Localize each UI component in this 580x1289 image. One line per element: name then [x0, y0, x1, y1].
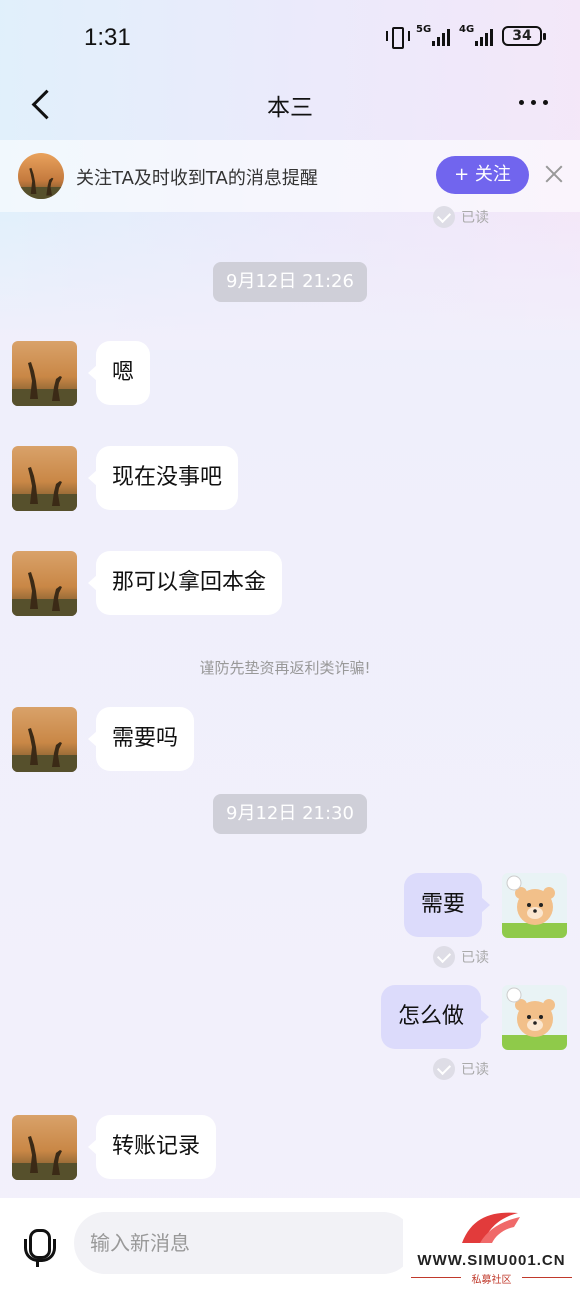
watermark-subtitle: 私募社区	[471, 1275, 512, 1286]
message-bubble[interactable]: 嗯	[87, 341, 151, 405]
timestamp-pill: 9月12日 21:26	[213, 262, 367, 302]
contact-avatar[interactable]	[12, 551, 77, 616]
fraud-warning-notice: 谨防先垫资再返利类诈骗!	[199, 659, 371, 677]
message-bubble[interactable]: 现在没事吧	[87, 446, 239, 510]
network-4g-label: 4G	[459, 24, 475, 35]
message-bubble-self[interactable]: 怎么做	[381, 985, 490, 1049]
contact-avatar[interactable]	[12, 707, 77, 772]
read-receipt: 已读	[433, 206, 489, 228]
read-check-icon	[433, 1058, 455, 1080]
nav-bar: 本三	[0, 78, 580, 140]
more-options-icon[interactable]	[519, 100, 548, 105]
status-time: 1:31	[84, 24, 131, 51]
watermark-logo-icon	[462, 1212, 520, 1243]
status-bar: 1:31 5G 4G 34	[0, 0, 580, 78]
read-receipt: 已读	[433, 1058, 489, 1080]
close-banner-icon[interactable]	[543, 163, 565, 185]
watermark-site: WWW.SIMU001.CN	[417, 1252, 566, 1269]
chat-title: 本三	[267, 95, 313, 121]
contact-avatar[interactable]	[18, 153, 64, 199]
read-check-icon	[433, 206, 455, 228]
message-bubble[interactable]: 需要吗	[87, 707, 195, 771]
vibrate-icon	[385, 26, 410, 49]
message-input[interactable]: 输入新消息	[74, 1212, 414, 1274]
microphone-stem	[36, 1259, 39, 1267]
self-avatar[interactable]	[502, 873, 567, 938]
read-receipt: 已读	[433, 946, 489, 968]
read-check-icon	[433, 946, 455, 968]
message-bubble[interactable]: 转账记录	[87, 1115, 217, 1179]
network-5g-label: 5G	[416, 24, 432, 35]
watermark: WWW.SIMU001.CN 私募社区	[403, 1205, 580, 1289]
timestamp-pill: 9月12日 21:30	[213, 794, 367, 834]
contact-avatar[interactable]	[12, 341, 77, 406]
contact-avatar[interactable]	[12, 446, 77, 511]
message-bubble[interactable]: 那可以拿回本金	[87, 551, 283, 615]
follow-banner: 关注TA及时收到TA的消息提醒 + 关注	[0, 140, 580, 212]
contact-avatar[interactable]	[12, 1115, 77, 1180]
message-bubble-self[interactable]: 需要	[404, 873, 491, 937]
battery-icon: 34	[502, 26, 546, 46]
follow-prompt-text: 关注TA及时收到TA的消息提醒	[76, 168, 318, 189]
follow-button[interactable]: + 关注	[436, 156, 529, 194]
signal-5g-icon: 5G	[416, 24, 450, 46]
self-avatar[interactable]	[502, 985, 567, 1050]
status-icons: 5G 4G 34	[385, 24, 546, 49]
signal-4g-icon: 4G	[459, 24, 493, 46]
